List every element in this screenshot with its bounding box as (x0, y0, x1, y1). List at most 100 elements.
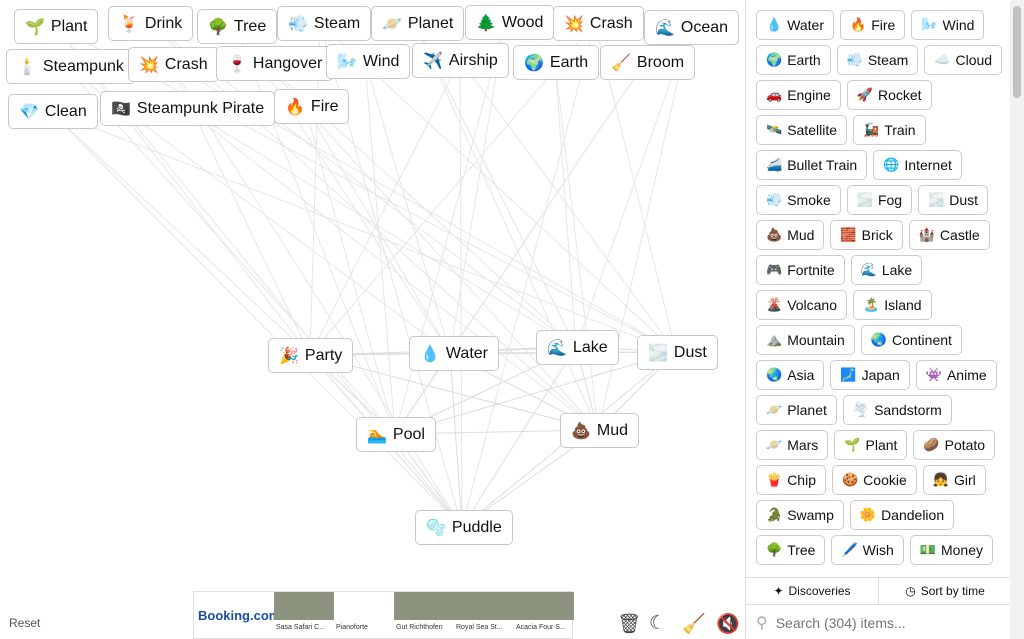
sidebar-item[interactable]: 🧱 Brick (830, 220, 903, 250)
sidebar-item[interactable]: 💵 Money (909, 535, 993, 565)
item-emoji-icon: 🪐 (766, 402, 783, 417)
sidebar-item[interactable]: 👾 Anime (915, 360, 997, 390)
canvas-item[interactable]: 🍷 Hangover (216, 46, 334, 81)
item-label: Satellite (787, 122, 837, 138)
sidebar-item[interactable]: 💩 Mud (756, 220, 825, 250)
sidebar-item[interactable]: 🌼 Dandelion (849, 500, 955, 530)
dark-mode-moon-icon[interactable]: ☾ (649, 612, 666, 635)
sidebar-item[interactable]: 💨 Smoke (756, 185, 841, 215)
item-label: Dust (673, 343, 707, 361)
canvas-item[interactable]: 🪐 Planet (371, 6, 465, 41)
canvas-item[interactable]: 🎉 Party (268, 338, 354, 373)
canvas-item[interactable]: 🌬️ Wind (326, 44, 411, 79)
sidebar-item[interactable]: 🌪️ Sandstorm (842, 395, 952, 425)
ad-card[interactable]: Gut Richthofen (394, 592, 454, 638)
ad-card[interactable]: Acacia Four S... (514, 592, 574, 638)
canvas-item[interactable]: 💧 Water (409, 336, 499, 371)
item-emoji-icon: 🔥 (850, 17, 867, 32)
sidebar-item[interactable]: 🌳 Tree (756, 535, 826, 565)
crafting-canvas[interactable]: 🌱 Plant 🍹 Drink 🌳 Tree 💨 Steam 🪐 Planet 🌲 Wood 💥 Cras… (0, 0, 745, 639)
sidebar-item[interactable]: 🌐 Internet (873, 150, 962, 180)
ad-card[interactable]: Sasa Safari C... (274, 592, 334, 638)
canvas-item[interactable]: 💥 Crash (553, 6, 644, 41)
connection-line (394, 21, 506, 435)
trash-icon[interactable]: 🗑 (617, 612, 641, 636)
scrollbar[interactable] (1010, 0, 1024, 639)
sidebar-item[interactable]: 🍪 Cookie (831, 465, 917, 495)
canvas-item[interactable]: 🍹 Drink (108, 6, 194, 41)
sidebar-item[interactable]: 🐊 Swamp (756, 500, 844, 530)
canvas-item[interactable]: 🌊 Ocean (644, 10, 740, 45)
sidebar-item[interactable]: 🌍 Earth (756, 45, 831, 75)
reset-button[interactable]: Reset (9, 616, 40, 630)
item-emoji-icon: 🌬️ (921, 17, 938, 32)
sidebar-item[interactable]: 🪐 Planet (756, 395, 837, 425)
sparkle-icon: ✦ (773, 584, 784, 598)
sound-muted-icon[interactable]: 🔇 (716, 612, 740, 636)
ad-card-title: Acacia Four S... (516, 624, 566, 631)
item-label: Engine (787, 87, 831, 103)
sidebar-item[interactable]: 🎮 Fortnite (756, 255, 845, 285)
canvas-item[interactable]: 💎 Clean (8, 94, 98, 129)
broom-clear-icon[interactable]: 🧹 (682, 612, 706, 636)
sidebar-item[interactable]: 🌏 Continent (860, 325, 962, 355)
sidebar-item[interactable]: 🖊️ Wish (831, 535, 904, 565)
sidebar-item[interactable]: 🌬️ Wind (911, 10, 985, 40)
sidebar-item[interactable]: 🛰️ Satellite (756, 115, 847, 145)
sidebar-item[interactable]: 🥔 Potato (913, 430, 996, 460)
canvas-item[interactable]: 🏴‍☠️ Steampunk Pirate (100, 91, 276, 126)
sidebar-item[interactable]: 🗾 Japan (830, 360, 910, 390)
sidebar-item[interactable]: 🔥 Fire (840, 10, 906, 40)
canvas-item[interactable]: 🫧 Puddle (415, 510, 513, 545)
sidebar-item[interactable]: 🍟 Chip (756, 465, 826, 495)
sidebar-item[interactable]: 🌊 Lake (850, 255, 923, 285)
item-emoji-icon: 🧹 (611, 54, 631, 72)
tab-discoveries[interactable]: ✦ Discoveries (746, 578, 878, 604)
sidebar-item[interactable]: ☁️ Cloud (924, 45, 1003, 75)
ad-card[interactable]: Royal Sea St... (454, 592, 514, 638)
sidebar-item[interactable]: 🚄 Bullet Train (756, 150, 868, 180)
canvas-item[interactable]: 🌊 Lake (536, 330, 619, 365)
sidebar-item[interactable]: 💨 Steam (836, 45, 919, 75)
canvas-item[interactable]: 🌲 Wood (465, 5, 555, 40)
canvas-item[interactable]: 💩 Mud (560, 413, 640, 448)
sidebar-item[interactable]: ⛰️ Mountain (756, 325, 855, 355)
item-emoji-icon: 🛰️ (766, 122, 783, 137)
canvas-item[interactable]: 🏊 Pool (356, 417, 436, 452)
item-emoji-icon: 👾 (925, 367, 942, 382)
sidebar-item[interactable]: 🌏 Asia (756, 360, 825, 390)
canvas-item[interactable]: 🌍 Earth (513, 45, 600, 80)
canvas-item[interactable]: 🧹 Broom (600, 45, 696, 80)
advertisement-banner[interactable]: Booking.com Sasa Safari C... Pianoforte Gu… (193, 591, 574, 639)
canvas-item[interactable]: 🌱 Plant (14, 9, 99, 44)
sidebar-item[interactable]: 🚀 Rocket (846, 80, 932, 110)
item-label: Internet (904, 157, 952, 173)
canvas-item[interactable]: 🔥 Fire (274, 89, 350, 124)
sidebar-item[interactable]: 🌱 Plant (834, 430, 908, 460)
sidebar-item[interactable]: 🏝️ Island (853, 290, 932, 320)
canvas-item[interactable]: 🌫️ Dust (637, 335, 718, 370)
sidebar-item[interactable]: 🏰 Castle (908, 220, 990, 250)
canvas-item[interactable]: 💥 Crash (128, 47, 219, 82)
tab-sort-by-time[interactable]: ◷ Sort by time (878, 578, 1011, 604)
item-emoji-icon: 🌱 (844, 437, 861, 452)
sidebar-item[interactable]: 🪐 Mars (756, 430, 829, 460)
search-input[interactable] (775, 614, 996, 631)
search-icon: ⚲ (756, 614, 768, 632)
sidebar-item[interactable]: 🌫️ Fog (846, 185, 913, 215)
sidebar-item[interactable]: 🌋 Volcano (756, 290, 848, 320)
canvas-item[interactable]: 🌳 Tree (197, 9, 278, 44)
sidebar-item[interactable]: 🚂 Train (853, 115, 926, 145)
ad-card[interactable]: Pianoforte (334, 592, 394, 638)
item-emoji-icon: 🌏 (870, 332, 887, 347)
canvas-item[interactable]: ✈️ Airship (412, 43, 509, 78)
sidebar-item[interactable]: 🚗 Engine (756, 80, 841, 110)
sidebar-item[interactable]: 💧 Water (756, 10, 835, 40)
sidebar-item[interactable]: 👧 Girl (922, 465, 986, 495)
sidebar-item[interactable]: 🌫️ Dust (918, 185, 989, 215)
canvas-item[interactable]: 💨 Steam (277, 6, 372, 41)
item-emoji-icon: 🚂 (863, 122, 880, 137)
scrollbar-thumb[interactable] (1013, 6, 1021, 98)
canvas-item[interactable]: 🕯️ Steampunk (6, 49, 135, 84)
item-label: Lake (881, 262, 913, 278)
